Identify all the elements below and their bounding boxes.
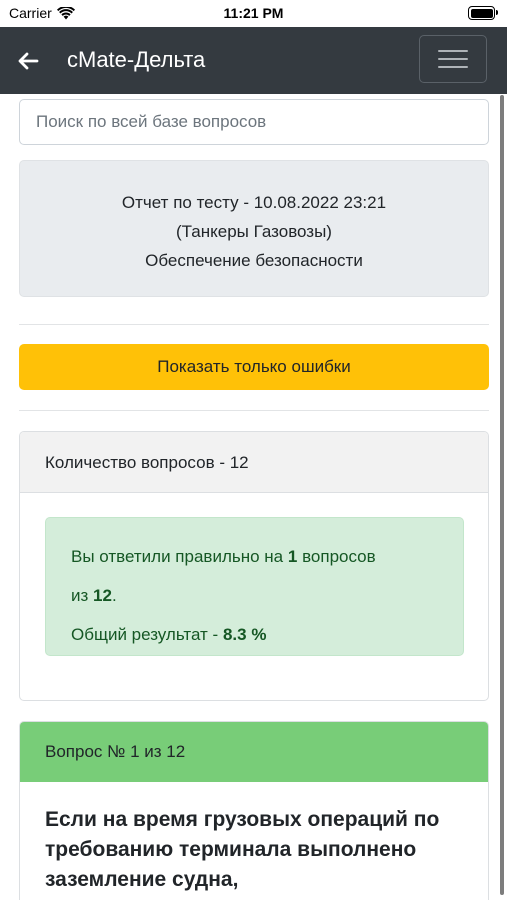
scroll-indicator[interactable] [500,95,504,895]
answered-prefix: Вы ответили правильно на [71,547,284,566]
summary-card: Количество вопросов - 12 Вы ответили пра… [19,431,489,701]
back-button[interactable] [14,47,42,75]
arrow-left-icon [18,52,39,70]
report-topic: Обеспечение безопасности [145,251,363,270]
report-date: Отчет по тесту - 10.08.2022 23:21 [121,193,387,212]
of-prefix: из [71,586,89,605]
question-text: Если на время грузовых операций по требо… [45,808,440,891]
question-count-header: Количество вопросов - 12 [20,432,488,493]
result-line: Общий результат - 8.3 % [71,615,463,654]
result-value: 8.3 % [222,625,267,644]
total-count: 12 [93,586,112,605]
app-navbar: cMate-Дельта [0,27,507,94]
divider [19,410,489,411]
answered-suffix: вопросов [302,547,376,566]
question-card: Вопрос № 1 из 12 Если на время грузовых … [19,721,489,900]
total-line: из 12. [71,576,463,615]
divider [19,324,489,325]
status-time: 11:21 PM [223,5,284,21]
menu-toggle-button[interactable] [419,35,487,83]
hamburger-icon-bar [438,58,468,60]
hamburger-icon-bar [438,66,468,68]
result-alert: Вы ответили правильно на 1 вопросов из 1… [45,517,464,656]
question-number-header: Вопрос № 1 из 12 [20,722,488,782]
battery-icon [468,6,498,20]
show-errors-button[interactable]: Показать только ошибки [19,344,489,390]
status-bar: Carrier 11:21 PM [0,0,507,27]
result-prefix: Общий результат - [71,625,219,644]
report-category: (Танкеры Газовозы) [176,222,332,241]
test-report-info: Отчет по тесту - 10.08.2022 23:21 (Танке… [19,160,489,297]
correct-count: 1 [287,547,298,566]
of-suffix: . [111,586,117,605]
app-title[interactable]: cMate-Дельта [67,47,205,73]
answered-line: Вы ответили правильно на 1 вопросов [71,537,463,576]
hamburger-icon-bar [438,50,468,52]
search-input[interactable] [19,99,489,145]
